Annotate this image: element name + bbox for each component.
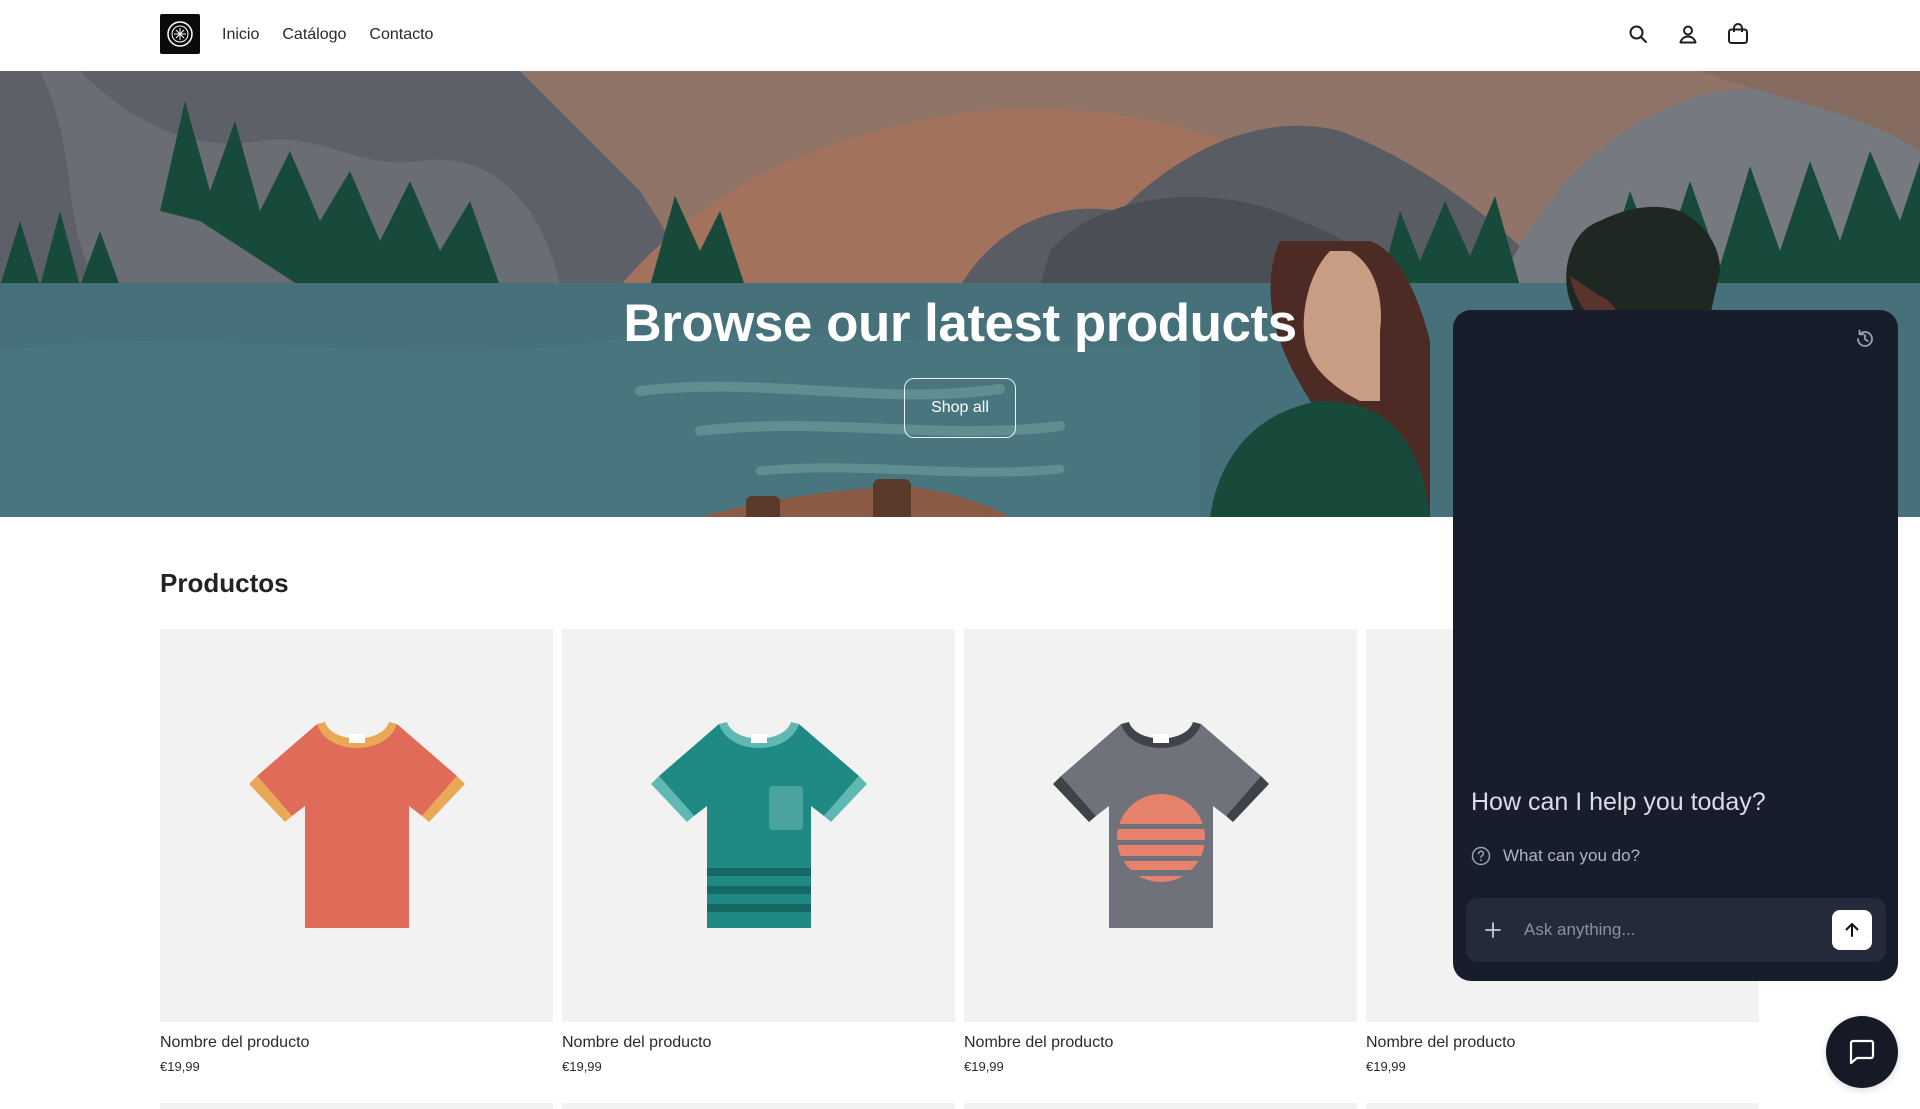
tshirt-orange-icon <box>248 721 465 928</box>
chat-launcher-button[interactable] <box>1826 1016 1898 1088</box>
product-name[interactable]: Nombre del producto <box>160 1034 553 1052</box>
product-card[interactable]: Nombre del producto €19,99 <box>562 629 955 1074</box>
nav-link-inicio[interactable]: Inicio <box>222 26 259 44</box>
chat-input-bar <box>1466 898 1886 962</box>
help-circle-icon <box>1471 846 1491 866</box>
product-card-next-row <box>562 1103 955 1109</box>
chat-bubble-icon <box>1849 1039 1875 1065</box>
cart-icon[interactable] <box>1726 20 1750 48</box>
nav-link-catalogo[interactable]: Catálogo <box>282 26 346 44</box>
product-price: €19,99 <box>1366 1059 1406 1074</box>
main-nav: Inicio Catálogo Contacto <box>222 0 433 70</box>
logo-emblem-icon <box>167 21 193 47</box>
product-image[interactable] <box>562 629 955 1022</box>
product-card-next-row <box>160 1103 553 1109</box>
chat-greeting: How can I help you today? <box>1471 788 1766 816</box>
product-card-next-row <box>1366 1103 1759 1109</box>
product-image[interactable] <box>964 629 1357 1022</box>
products-section-title: Productos <box>160 568 289 598</box>
product-price: €19,99 <box>160 1059 200 1074</box>
product-name[interactable]: Nombre del producto <box>964 1034 1357 1052</box>
product-name[interactable]: Nombre del producto <box>1366 1034 1759 1052</box>
account-icon[interactable] <box>1676 20 1700 48</box>
header-actions <box>1626 20 1750 48</box>
nav-link-contacto[interactable]: Contacto <box>369 26 433 44</box>
chat-input[interactable] <box>1524 912 1814 948</box>
chat-suggestion-label: What can you do? <box>1503 846 1641 865</box>
site-header: Inicio Catálogo Contacto <box>0 0 1920 71</box>
arrow-up-icon <box>1845 923 1859 937</box>
chat-suggestion[interactable]: What can you do? <box>1471 846 1640 866</box>
search-icon[interactable] <box>1626 20 1650 48</box>
product-name[interactable]: Nombre del producto <box>562 1034 955 1052</box>
plus-icon[interactable] <box>1480 917 1506 943</box>
product-card[interactable]: Nombre del producto €19,99 <box>160 629 553 1074</box>
product-price: €19,99 <box>562 1059 602 1074</box>
tshirt-teal-icon <box>650 721 867 928</box>
send-button[interactable] <box>1832 910 1872 950</box>
product-price: €19,99 <box>964 1059 1004 1074</box>
product-card-next-row <box>964 1103 1357 1109</box>
product-card[interactable]: Nombre del producto €19,99 <box>964 629 1357 1074</box>
chat-panel: How can I help you today? What can you d… <box>1453 310 1898 981</box>
product-image[interactable] <box>160 629 553 1022</box>
history-icon[interactable] <box>1852 326 1878 352</box>
shop-all-button[interactable]: Shop all <box>904 378 1016 438</box>
store-logo[interactable] <box>160 14 200 54</box>
tshirt-grey-icon <box>1052 721 1269 928</box>
